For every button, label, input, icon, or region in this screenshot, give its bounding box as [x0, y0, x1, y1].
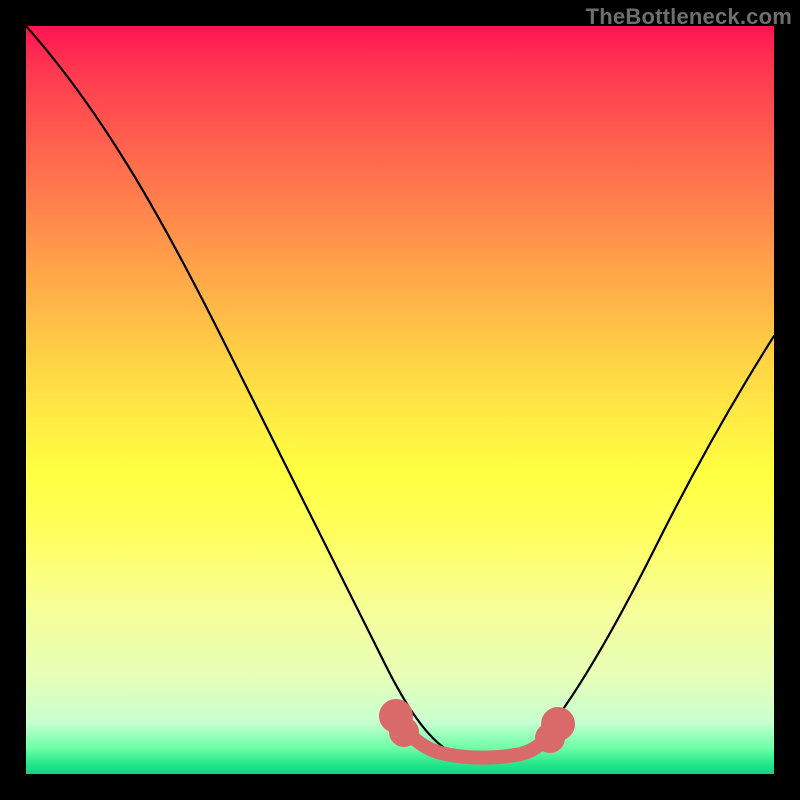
chart-frame: TheBottleneck.com: [0, 0, 800, 800]
bottleneck-curve: [26, 26, 774, 757]
plot-area: [26, 26, 774, 774]
curve-layer: [26, 26, 774, 774]
